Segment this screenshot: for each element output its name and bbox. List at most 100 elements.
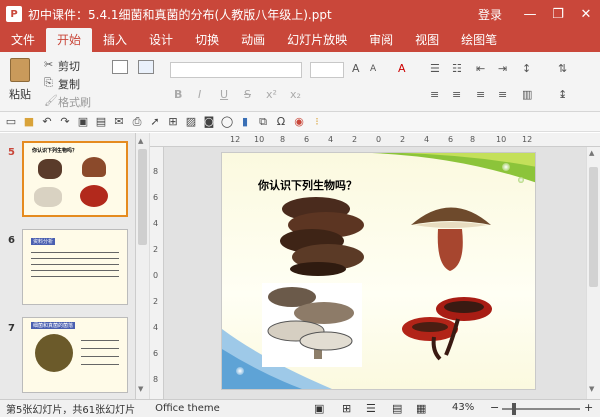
ruler-tick: 2 bbox=[153, 245, 159, 254]
scroll-up-arrow[interactable]: ▲ bbox=[589, 149, 594, 157]
superscript-icon[interactable]: x² bbox=[266, 88, 277, 101]
font-family-select[interactable] bbox=[170, 62, 302, 78]
open-folder-icon[interactable]: ■ bbox=[22, 115, 36, 129]
bullets-icon[interactable]: ☰ bbox=[430, 62, 440, 75]
ruler-tick: 2 bbox=[153, 297, 159, 306]
paste-icon bbox=[10, 58, 30, 82]
current-slide[interactable]: 你认识下列生物吗？ bbox=[221, 152, 536, 390]
tab-insert[interactable]: 插入 bbox=[92, 28, 138, 52]
save-icon[interactable]: ▣ bbox=[76, 115, 90, 129]
app-icon[interactable]: P bbox=[6, 6, 22, 22]
paste-button[interactable]: 粘贴 bbox=[6, 56, 34, 108]
tab-design[interactable]: 设计 bbox=[138, 28, 184, 52]
minimize-button[interactable]: — bbox=[516, 7, 544, 22]
justify-icon[interactable]: ≡ bbox=[498, 88, 507, 101]
fit-window-icon[interactable]: ▦ bbox=[416, 402, 426, 415]
symbol-icon[interactable]: Ω bbox=[274, 115, 288, 129]
zoom-in-button[interactable]: + bbox=[584, 401, 593, 414]
line-spacing-icon[interactable]: ↨ bbox=[558, 88, 567, 101]
table-icon[interactable]: ⊞ bbox=[166, 115, 180, 129]
normal-view-icon[interactable]: ▣ bbox=[314, 402, 324, 415]
thumbnail-slide-6[interactable]: 资料分析 bbox=[22, 229, 128, 305]
smartart-icon[interactable]: ⧉ bbox=[256, 115, 270, 129]
undo-icon[interactable]: ↶ bbox=[40, 115, 54, 129]
tab-animations[interactable]: 动画 bbox=[230, 28, 276, 52]
numbering-icon[interactable]: ☷ bbox=[452, 62, 462, 75]
status-bar: 第5张幻灯片，共61张幻灯片 Office theme ▣ ⊞ ☰ ▤ ▦ 43… bbox=[0, 399, 600, 417]
font-size-select[interactable] bbox=[310, 62, 344, 78]
login-link[interactable]: 登录 bbox=[478, 6, 502, 23]
theme-status: Office theme bbox=[155, 403, 220, 414]
lingzhi-mushroom-image[interactable] bbox=[394, 285, 494, 365]
customize-icon[interactable]: ⁝ bbox=[310, 115, 324, 129]
email-icon[interactable]: ✉ bbox=[112, 115, 126, 129]
tab-file[interactable]: 文件 bbox=[0, 28, 46, 52]
sort-icon[interactable]: ↕ bbox=[522, 62, 531, 75]
copy-button[interactable]: 复制 bbox=[58, 76, 80, 92]
bracket-fungus-image[interactable] bbox=[276, 195, 368, 277]
layout-icon[interactable] bbox=[138, 60, 154, 74]
align-right-icon[interactable]: ≡ bbox=[476, 88, 485, 101]
italic-icon[interactable]: I bbox=[198, 88, 201, 101]
thumbnail-slide-5[interactable]: 你认识下列生物吗？ bbox=[22, 141, 128, 217]
grow-font-icon[interactable]: A bbox=[352, 62, 360, 75]
select-pointer-icon[interactable]: ➚ bbox=[148, 115, 162, 129]
scroll-thumb[interactable] bbox=[138, 149, 147, 245]
redo-icon[interactable]: ↷ bbox=[58, 115, 72, 129]
tab-pen[interactable]: 绘图笔 bbox=[450, 28, 508, 52]
slideshow-view-icon[interactable]: ▤ bbox=[392, 402, 402, 415]
thumbnail-title: 你认识下列生物吗？ bbox=[32, 148, 78, 154]
underline-icon[interactable]: U bbox=[220, 88, 228, 101]
tab-view[interactable]: 视图 bbox=[404, 28, 450, 52]
format-painter-button[interactable]: 格式刷 bbox=[58, 94, 91, 110]
outdent-icon[interactable]: ⇥ bbox=[498, 62, 507, 75]
cut-button[interactable]: 剪切 bbox=[58, 58, 80, 74]
thumb-mushroom-image bbox=[80, 185, 108, 207]
thumbnail-slide-7[interactable]: 细菌和真菌的菌落 bbox=[22, 317, 128, 393]
camera-icon[interactable]: ◙ bbox=[202, 115, 216, 129]
align-center-icon[interactable]: ≡ bbox=[452, 88, 461, 101]
image-icon[interactable]: ▨ bbox=[184, 115, 198, 129]
tab-slideshow[interactable]: 幻灯片放映 bbox=[276, 28, 358, 52]
ruler-tick: 0 bbox=[153, 271, 159, 280]
new-slide-icon[interactable] bbox=[112, 60, 128, 74]
shapes-icon[interactable]: ◯ bbox=[220, 115, 234, 129]
zoom-slider-thumb[interactable] bbox=[512, 403, 516, 415]
close-button[interactable]: ✕ bbox=[572, 7, 600, 22]
new-file-icon[interactable]: ▭ bbox=[4, 115, 18, 129]
print-icon[interactable]: ⎙ bbox=[130, 115, 144, 129]
indent-icon[interactable]: ⇤ bbox=[476, 62, 485, 75]
print-preview-icon[interactable]: ▤ bbox=[94, 115, 108, 129]
scissors-icon: ✂ bbox=[44, 58, 54, 71]
subscript-icon[interactable]: x₂ bbox=[290, 88, 301, 101]
font-color-icon[interactable]: A bbox=[398, 62, 406, 75]
shrink-font-icon[interactable]: A bbox=[370, 64, 376, 74]
text-direction-icon[interactable]: ⇅ bbox=[558, 62, 567, 75]
chart-icon[interactable]: ▮ bbox=[238, 115, 252, 129]
slide-sorter-icon[interactable]: ⊞ bbox=[342, 402, 351, 415]
align-left-icon[interactable]: ≡ bbox=[430, 88, 439, 101]
tab-transitions[interactable]: 切换 bbox=[184, 28, 230, 52]
ruler-tick: 8 bbox=[153, 375, 159, 384]
white-mushroom-cluster-image[interactable] bbox=[262, 283, 362, 367]
ruler-tick: 6 bbox=[153, 349, 159, 358]
zoom-out-button[interactable]: − bbox=[490, 401, 499, 414]
scroll-thumb[interactable] bbox=[589, 167, 598, 287]
scroll-down-arrow[interactable]: ▼ bbox=[589, 385, 594, 393]
columns-icon[interactable]: ▥ bbox=[522, 88, 532, 101]
thumbnail-scrollbar[interactable]: ▲ ▼ bbox=[136, 133, 150, 399]
slide-scrollbar[interactable]: ▲ ▼ bbox=[586, 147, 600, 399]
zoom-slider[interactable] bbox=[502, 403, 580, 415]
reading-view-icon[interactable]: ☰ bbox=[366, 402, 376, 415]
slide-heading[interactable]: 你认识下列生物吗？ bbox=[258, 177, 357, 193]
zoom-level[interactable]: 43% bbox=[452, 402, 474, 413]
record-icon[interactable]: ◉ bbox=[292, 115, 306, 129]
restore-button[interactable]: ❐ bbox=[544, 7, 572, 22]
strikethrough-icon[interactable]: S bbox=[244, 88, 251, 101]
scroll-up-arrow[interactable]: ▲ bbox=[138, 137, 143, 145]
bold-icon[interactable]: B bbox=[174, 88, 182, 101]
tab-home[interactable]: 开始 bbox=[46, 28, 93, 52]
scroll-down-arrow[interactable]: ▼ bbox=[138, 385, 143, 393]
tab-review[interactable]: 审阅 bbox=[358, 28, 404, 52]
bolete-mushroom-image[interactable] bbox=[406, 195, 496, 275]
